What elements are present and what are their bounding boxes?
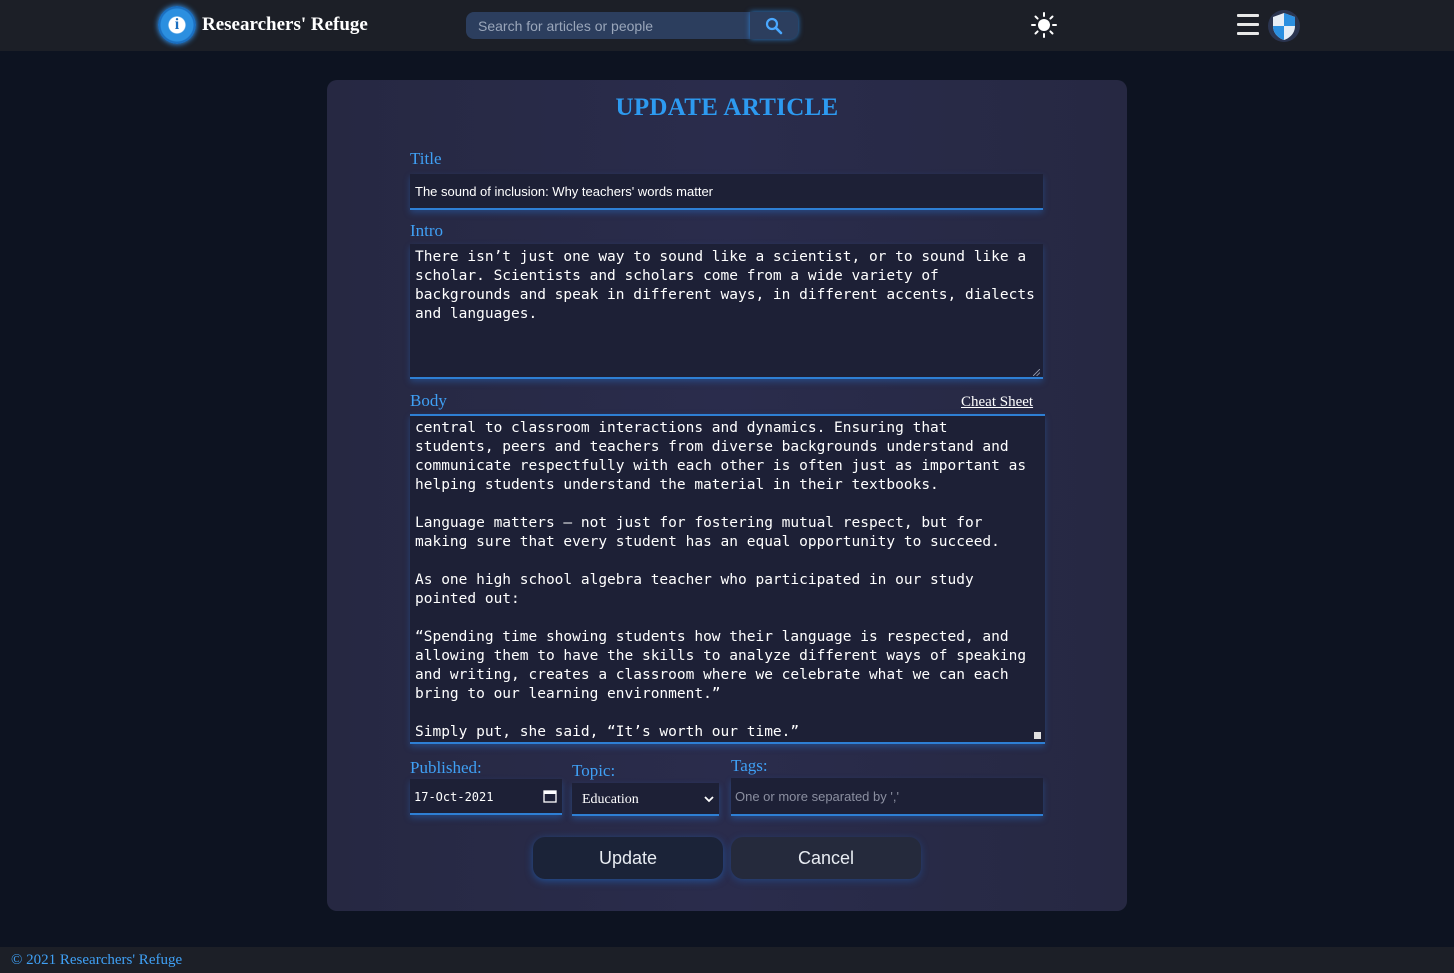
top-navbar: Researchers' Refuge [0,0,1454,51]
menu-bar [1237,14,1259,17]
topic-select[interactable]: Education [572,783,719,816]
body-textarea[interactable]: central to classroom interactions and dy… [410,414,1045,744]
chevron-down-icon [704,796,714,803]
sun-icon[interactable] [1030,11,1058,39]
resize-handle-icon[interactable] [1033,369,1040,376]
brand-home-link[interactable]: Researchers' Refuge [158,6,368,44]
update-article-form: UPDATE ARTICLE Title The sound of inclus… [327,80,1127,911]
search-input[interactable] [466,12,750,39]
published-date-input[interactable]: 17-Oct-2021 [410,779,562,815]
published-date-value: 17-Oct-2021 [414,790,494,804]
brand-name: Researchers' Refuge [202,14,368,35]
topic-selected-value: Education [582,792,639,807]
search-icon [765,17,783,34]
intro-textarea[interactable]: There isn’t just one way to sound like a… [410,244,1043,379]
title-label: Title [410,149,442,168]
hamburger-menu-icon[interactable] [1237,14,1259,36]
shield-icon[interactable] [1268,9,1300,43]
intro-label: Intro [410,221,444,240]
resize-handle-icon[interactable] [1034,732,1041,739]
topic-label: Topic: [572,761,616,780]
cheat-sheet-link[interactable]: Cheat Sheet [961,394,1033,411]
search-button[interactable] [750,12,798,39]
page-title: UPDATE ARTICLE [615,94,839,121]
body-label: Body [410,391,447,410]
calendar-icon[interactable] [543,789,557,803]
tags-label: Tags: [731,756,768,775]
footer-copyright: © 2021 Researchers' Refuge [11,952,183,968]
title-input[interactable]: The sound of inclusion: Why teachers' wo… [410,174,1043,210]
cancel-button[interactable]: Cancel [731,837,921,879]
search-bar [466,12,798,39]
tags-input[interactable]: One or more separated by ',' [731,778,1043,816]
menu-bar [1237,32,1259,35]
logo-icon [158,6,196,44]
footer: © 2021 Researchers' Refuge [0,947,1454,973]
menu-bar [1237,23,1259,26]
body-text: central to classroom interactions and dy… [415,420,1027,740]
published-label: Published: [410,758,482,777]
update-button[interactable]: Update [533,837,723,879]
